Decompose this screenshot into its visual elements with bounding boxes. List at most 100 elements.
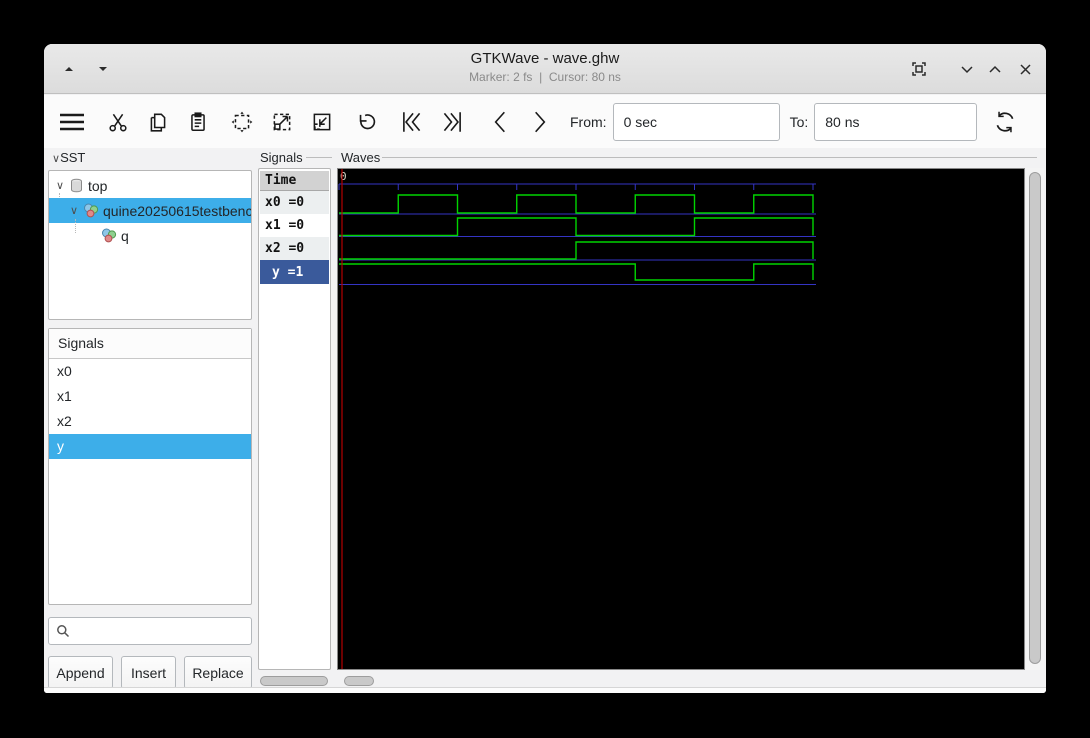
- list-item-x2[interactable]: x2: [49, 409, 251, 434]
- tree-item-testbench[interactable]: ∨ quine20250615testbench: [49, 198, 251, 223]
- paste-icon: [191, 111, 205, 131]
- close-button[interactable]: [1012, 56, 1038, 82]
- signals-frame-line: [306, 157, 332, 158]
- names-hscrollbar[interactable]: [260, 676, 328, 686]
- sst-tree-panel: ∨ top ∨ quine20250615testbench q: [48, 170, 252, 320]
- undo-button[interactable]: [346, 102, 386, 142]
- to-input[interactable]: [814, 102, 978, 141]
- subtitle-separator: |: [539, 70, 543, 84]
- cursor-readout: Cursor: 80 ns: [548, 70, 621, 84]
- jump-start-icon: [403, 111, 421, 132]
- paste-button[interactable]: [178, 102, 218, 142]
- signals-frame-label: Signals: [260, 150, 303, 165]
- jump-end-icon: [443, 111, 461, 132]
- sst-expander-icon[interactable]: ∨: [52, 153, 60, 165]
- trace-value: =0: [288, 195, 305, 210]
- component-icon: [101, 228, 117, 243]
- chevron-down-icon[interactable]: ∨: [53, 179, 67, 192]
- copy-icon: [150, 113, 166, 132]
- minimize-icon: [961, 65, 973, 73]
- trace-name-x2[interactable]: x2 =0: [260, 237, 329, 260]
- maximize-icon: [989, 65, 1001, 73]
- menu-icon: [60, 113, 84, 130]
- from-input[interactable]: [612, 102, 780, 141]
- undo-icon: [359, 113, 376, 129]
- zoom-out-icon: [313, 113, 331, 130]
- prev-edge-button[interactable]: [480, 102, 520, 142]
- trace-name-x1[interactable]: x1 =0: [260, 214, 329, 237]
- window-bottom-strip: [44, 687, 1046, 693]
- to-label: To:: [789, 113, 809, 130]
- fullscreen-icon: [912, 62, 926, 76]
- jump-start-button[interactable]: [392, 102, 432, 142]
- append-button[interactable]: Append: [48, 656, 113, 689]
- trace-name-label: x2: [265, 241, 281, 256]
- reload-icon: [996, 111, 1014, 132]
- title-area: GTKWave - wave.ghw Marker: 2 fs | Cursor…: [44, 50, 1046, 84]
- list-item-x0[interactable]: x0: [49, 359, 251, 384]
- component-icon: [83, 203, 99, 218]
- waves-hscrollbar[interactable]: [344, 676, 374, 686]
- next-edge-button[interactable]: [520, 102, 560, 142]
- window-subtitle: Marker: 2 fs | Cursor: 80 ns: [44, 70, 1046, 84]
- from-label: From:: [570, 113, 607, 130]
- menu-button[interactable]: [52, 102, 92, 142]
- close-icon: [1019, 63, 1031, 75]
- minimize-button[interactable]: [954, 56, 980, 82]
- window-title: GTKWave - wave.ghw: [470, 50, 620, 67]
- search-input[interactable]: [76, 623, 236, 639]
- waves-vscrollbar[interactable]: [1029, 172, 1041, 664]
- chevron-down-icon[interactable]: ∨: [67, 204, 81, 217]
- waves-frame-line: [382, 157, 1037, 158]
- zoom-out-button[interactable]: [302, 102, 342, 142]
- trace-value: =1: [287, 264, 304, 280]
- titlebar[interactable]: GTKWave - wave.ghw Marker: 2 fs | Cursor…: [44, 44, 1046, 94]
- maximize-button[interactable]: [982, 56, 1008, 82]
- trace-value: =0: [288, 218, 305, 233]
- wave-names-panel: Time x0 =0 x1 =0 x2 =0 y =1: [258, 168, 331, 670]
- trace-value: =0: [288, 241, 305, 256]
- trace-name-label: x0: [265, 195, 281, 210]
- trace-name-label: x1: [265, 218, 281, 233]
- zoom-fit-button[interactable]: [222, 102, 262, 142]
- signal-search-box[interactable]: [48, 617, 252, 645]
- tree-item-label: quine20250615testbench: [103, 202, 251, 219]
- gtkwave-window: GTKWave - wave.ghw Marker: 2 fs | Cursor…: [44, 44, 1046, 693]
- zoom-in-icon: [273, 113, 291, 130]
- tree-item-label: top: [88, 177, 108, 194]
- fullscreen-button[interactable]: [906, 56, 932, 82]
- list-item-x1[interactable]: x1: [49, 384, 251, 409]
- cut-icon: [109, 113, 127, 131]
- cut-button[interactable]: [98, 102, 138, 142]
- trace-name-x0[interactable]: x0 =0: [260, 191, 329, 214]
- prev-edge-icon: [494, 111, 505, 132]
- waves-vscroll-track[interactable]: [1026, 168, 1044, 670]
- list-item-y[interactable]: y: [49, 434, 251, 459]
- database-icon: [69, 178, 84, 193]
- copy-button[interactable]: [138, 102, 178, 142]
- jump-end-button[interactable]: [432, 102, 472, 142]
- shade-up-button[interactable]: [56, 56, 82, 82]
- signals-list-header[interactable]: Signals: [49, 329, 251, 359]
- wave-canvas[interactable]: 0: [337, 168, 1025, 670]
- tree-item-top[interactable]: ∨ top: [49, 173, 251, 198]
- zoom-in-button[interactable]: [262, 102, 302, 142]
- reload-button[interactable]: [985, 102, 1025, 142]
- insert-button[interactable]: Insert: [121, 656, 176, 689]
- shade-down-button[interactable]: [90, 56, 116, 82]
- next-edge-icon: [535, 111, 546, 132]
- toolbar: From: To:: [44, 95, 1046, 148]
- sst-frame-label: SST: [60, 150, 86, 165]
- tree-item-q[interactable]: q: [49, 223, 251, 248]
- replace-button[interactable]: Replace: [184, 656, 252, 689]
- trace-name-y[interactable]: y =1: [260, 260, 329, 284]
- marker-readout: Marker: 2 fs: [469, 70, 533, 84]
- desktop-background: GTKWave - wave.ghw Marker: 2 fs | Cursor…: [0, 0, 1090, 738]
- zoom-fit-icon: [231, 111, 253, 132]
- shade-up-icon: [65, 67, 73, 71]
- trace-name-label: y: [272, 264, 280, 280]
- time-header[interactable]: Time: [260, 171, 329, 191]
- waves-frame-label: Waves: [341, 150, 381, 165]
- wave-canvas-svg: 0: [338, 169, 816, 669]
- tree-item-label: q: [121, 227, 129, 244]
